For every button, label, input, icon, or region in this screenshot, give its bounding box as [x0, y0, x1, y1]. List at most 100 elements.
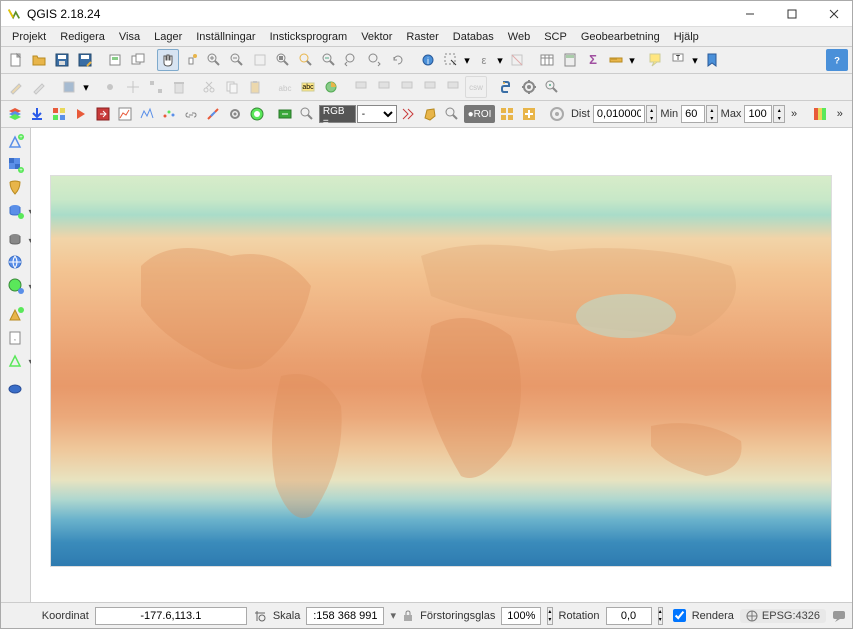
add-virtual-icon[interactable] — [5, 351, 27, 371]
add-oracle-icon[interactable] — [5, 380, 27, 400]
delete-icon[interactable] — [168, 76, 190, 98]
csw-icon[interactable]: csw — [465, 76, 487, 98]
zoom-full-icon[interactable] — [272, 49, 294, 71]
label-unpin-icon[interactable] — [373, 76, 395, 98]
composer-manager-icon[interactable] — [127, 49, 149, 71]
python-icon[interactable] — [495, 76, 517, 98]
save-edits-icon[interactable] — [58, 76, 80, 98]
rgb-band-select[interactable]: - — [357, 105, 397, 123]
menu-visa[interactable]: Visa — [112, 29, 147, 45]
scp-import-icon[interactable] — [93, 103, 114, 125]
max-spinner[interactable]: ▴▾ — [773, 105, 785, 123]
scp-download-icon[interactable] — [27, 103, 48, 125]
scp-input-icon[interactable] — [275, 103, 296, 125]
menu-installningar[interactable]: Inställningar — [189, 29, 262, 45]
min-spinner[interactable]: ▴▾ — [706, 105, 718, 123]
edit-pencil-icon[interactable] — [28, 76, 50, 98]
scp-preview-icon[interactable] — [398, 103, 419, 125]
zoom-next-icon[interactable] — [364, 49, 386, 71]
render-checkbox[interactable] — [673, 609, 686, 622]
scp-point-icon[interactable] — [547, 103, 568, 125]
scp-zoom-icon[interactable] — [297, 103, 318, 125]
add-vector-layer-icon[interactable]: + — [5, 132, 27, 152]
menu-web[interactable]: Web — [501, 29, 537, 45]
add-wfs-icon[interactable] — [5, 305, 27, 325]
messages-icon[interactable] — [832, 607, 846, 625]
select-features-icon[interactable] — [440, 49, 462, 71]
close-button[interactable] — [822, 5, 846, 23]
scp-settings-icon[interactable] — [224, 103, 245, 125]
add-wms-icon[interactable] — [5, 253, 27, 273]
zoom-last-icon[interactable] — [341, 49, 363, 71]
annotation-dropdown-icon[interactable]: ▾ — [690, 49, 700, 71]
scp-chart-icon[interactable] — [115, 103, 136, 125]
save-project-icon[interactable] — [51, 49, 73, 71]
new-project-icon[interactable] — [5, 49, 27, 71]
dist-input[interactable] — [593, 105, 645, 123]
coord-toggle-icon[interactable] — [253, 607, 267, 625]
label-abc-icon[interactable]: abc — [274, 76, 296, 98]
crs-button[interactable]: EPSG:4326 — [740, 609, 826, 623]
magnifier-spinner[interactable]: ▴▾ — [547, 607, 552, 625]
scp-tools-icon[interactable] — [202, 103, 223, 125]
scp-layers-icon[interactable] — [5, 103, 26, 125]
toolbar-expand-2[interactable]: » — [834, 108, 846, 120]
scp-bandset-icon[interactable] — [49, 103, 70, 125]
select-dropdown-icon[interactable]: ▾ — [462, 49, 472, 71]
bookmarks-icon[interactable] — [701, 49, 723, 71]
add-csv-icon[interactable]: , — [5, 328, 27, 348]
label-rotate-icon[interactable] — [419, 76, 441, 98]
menu-projekt[interactable]: Projekt — [5, 29, 53, 45]
scp-guide-icon[interactable] — [246, 103, 267, 125]
magnifier-input[interactable] — [501, 607, 541, 625]
node-tool-icon[interactable] — [145, 76, 167, 98]
menu-insticksprogram[interactable]: Insticksprogram — [263, 29, 355, 45]
scp-scatter-icon[interactable] — [159, 103, 180, 125]
menu-raster[interactable]: Raster — [399, 29, 445, 45]
rotation-spinner[interactable]: ▴▾ — [658, 607, 663, 625]
copy-icon[interactable] — [221, 76, 243, 98]
scp-roi-grid-icon[interactable] — [496, 103, 517, 125]
dist-spinner[interactable]: ▴▾ — [646, 105, 658, 123]
zoom-out-icon[interactable] — [226, 49, 248, 71]
scp-add-icon[interactable] — [518, 103, 539, 125]
cut-icon[interactable] — [198, 76, 220, 98]
zoom-layer-icon[interactable] — [318, 49, 340, 71]
diagram-icon[interactable] — [320, 76, 342, 98]
pan-tool-icon[interactable] — [157, 49, 179, 71]
scale-input[interactable] — [306, 607, 384, 625]
add-wcs-icon[interactable] — [5, 276, 27, 296]
field-calc-icon[interactable] — [559, 49, 581, 71]
save-as-icon[interactable] — [74, 49, 96, 71]
toolbar-expand-1[interactable]: » — [788, 108, 800, 120]
save-edits-dropdown[interactable]: ▾ — [81, 76, 91, 98]
processing-icon[interactable] — [518, 76, 540, 98]
menu-lager[interactable]: Lager — [147, 29, 189, 45]
scp-link-icon[interactable] — [181, 103, 202, 125]
menu-redigera[interactable]: Redigera — [53, 29, 112, 45]
add-feature-icon[interactable] — [99, 76, 121, 98]
label-pin-icon[interactable] — [350, 76, 372, 98]
select-expression-icon[interactable]: ε — [473, 49, 495, 71]
open-project-icon[interactable] — [28, 49, 50, 71]
scp-polygon-icon[interactable] — [420, 103, 441, 125]
max-input[interactable] — [744, 105, 772, 123]
scp-zoom2-icon[interactable] — [442, 103, 463, 125]
edit-toggle-icon[interactable] — [5, 76, 27, 98]
scp-spectral-icon[interactable] — [137, 103, 158, 125]
label-tool-icon[interactable]: abc — [297, 76, 319, 98]
add-spatialite-icon[interactable] — [5, 201, 27, 221]
osm-icon[interactable] — [541, 76, 563, 98]
scale-lock-icon[interactable] — [402, 607, 414, 625]
measure-dropdown-icon[interactable]: ▾ — [627, 49, 637, 71]
menu-scp[interactable]: SCP — [537, 29, 574, 45]
add-postgis-icon[interactable] — [5, 230, 27, 250]
zoom-selection-icon[interactable] — [295, 49, 317, 71]
label-change-icon[interactable] — [442, 76, 464, 98]
menu-vektor[interactable]: Vektor — [354, 29, 399, 45]
pan-selection-icon[interactable] — [180, 49, 202, 71]
min-input[interactable] — [681, 105, 705, 123]
help-icon[interactable]: ? — [826, 49, 848, 71]
print-composer-icon[interactable] — [104, 49, 126, 71]
scp-classify-icon[interactable] — [810, 103, 831, 125]
